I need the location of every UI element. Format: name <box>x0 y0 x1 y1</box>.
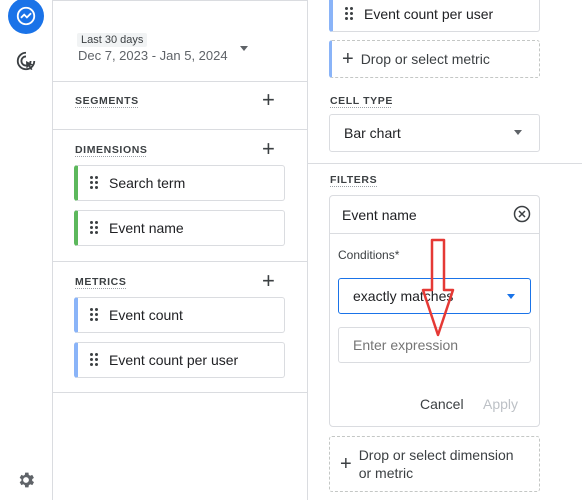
settings-gear-icon[interactable] <box>8 462 44 498</box>
plus-icon: + <box>340 453 352 475</box>
drop-metric-label: Drop or select metric <box>360 51 490 67</box>
cell-type-select[interactable]: Bar chart <box>329 114 540 152</box>
explore-icon[interactable] <box>8 0 44 34</box>
filter-dimension-name: Event name <box>342 207 417 223</box>
dimension-chip-label: Event name <box>109 220 184 236</box>
cancel-button[interactable]: Cancel <box>420 396 464 412</box>
dimension-chip-event-name[interactable]: Event name <box>74 210 285 246</box>
drag-handle-icon[interactable] <box>90 221 98 235</box>
apply-button[interactable]: Apply <box>483 396 518 412</box>
filters-title: FILTERS <box>330 174 378 186</box>
variables-panel: Last 30 days Dec 7, 2023 - Jan 5, 2024 S… <box>53 0 308 500</box>
add-metric-plus-icon[interactable]: + <box>262 270 275 292</box>
metric-chip-label: Event count per user <box>109 352 239 368</box>
drop-filter-label-line1: Drop or select dimension <box>358 447 514 463</box>
metric-chip-event-count[interactable]: Event count <box>74 297 285 333</box>
advertising-target-icon[interactable] <box>8 43 44 79</box>
add-dimension-plus-icon[interactable]: + <box>262 138 275 160</box>
metric-chip-event-count-per-user-values[interactable]: Event count per user <box>329 0 540 32</box>
cell-type-title: CELL TYPE <box>330 95 393 107</box>
dimensions-title: DIMENSIONS <box>75 144 148 156</box>
drop-filter-zone[interactable]: + Drop or select dimension or metric <box>329 436 540 492</box>
drop-filter-label-line2: or metric <box>358 465 414 481</box>
plus-icon: + <box>342 48 354 70</box>
cell-type-value: Bar chart <box>344 125 401 141</box>
dimension-chip-label: Search term <box>109 175 186 191</box>
conditions-label: Conditions* <box>338 248 400 262</box>
nav-rail <box>0 0 53 500</box>
drag-handle-icon[interactable] <box>90 176 98 190</box>
drag-handle-icon[interactable] <box>90 308 98 322</box>
drop-filter-label: Drop or select dimension or metric <box>359 446 514 482</box>
add-segment-plus-icon[interactable]: + <box>262 89 275 111</box>
date-range-text[interactable]: Dec 7, 2023 - Jan 5, 2024 <box>78 48 228 63</box>
dimension-chip-search-term[interactable]: Search term <box>74 165 285 201</box>
chevron-down-icon[interactable] <box>514 130 522 135</box>
metrics-title: METRICS <box>75 276 127 288</box>
drag-handle-icon[interactable] <box>345 7 353 21</box>
metric-chip-label: Event count per user <box>364 6 494 22</box>
remove-filter-close-icon[interactable] <box>513 205 531 228</box>
segments-title: SEGMENTS <box>75 95 139 107</box>
date-dropdown-chevron-icon[interactable] <box>240 46 248 51</box>
metric-chip-label: Event count <box>109 307 183 323</box>
date-preset-label: Last 30 days <box>77 33 148 47</box>
drag-handle-icon[interactable] <box>90 353 98 367</box>
annotation-down-arrow-icon <box>421 238 455 337</box>
drop-metric-zone[interactable]: + Drop or select metric <box>329 40 540 78</box>
metric-chip-event-count-per-user[interactable]: Event count per user <box>74 342 285 378</box>
chevron-down-icon[interactable] <box>507 294 515 299</box>
